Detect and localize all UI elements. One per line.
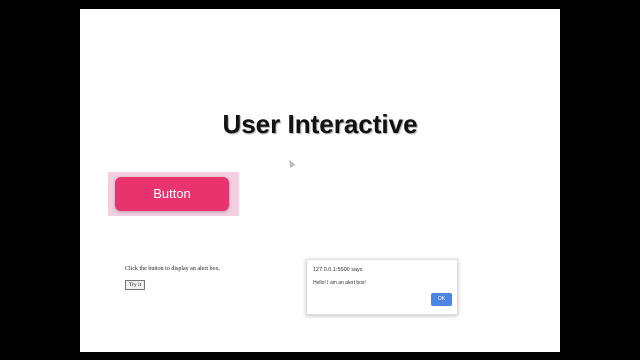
try-it-button[interactable]: Try it <box>125 280 146 290</box>
alert-message: Hello! I am an alert box! <box>313 280 366 286</box>
alert-origin: 127.0.0.1:5500 says <box>313 267 363 273</box>
presentation-slide: User Interactive Button Click the button… <box>80 9 560 352</box>
alert-dialog: 127.0.0.1:5500 says Hello! I am an alert… <box>306 259 458 315</box>
demo-button[interactable]: Button <box>115 177 229 211</box>
ok-button[interactable]: OK <box>431 293 452 306</box>
slide-title: User Interactive <box>222 109 418 139</box>
mouse-cursor-icon <box>286 158 296 168</box>
button-highlight: Button <box>108 172 239 216</box>
alert-instruction-text: Click the button to display an alert box… <box>125 266 220 272</box>
